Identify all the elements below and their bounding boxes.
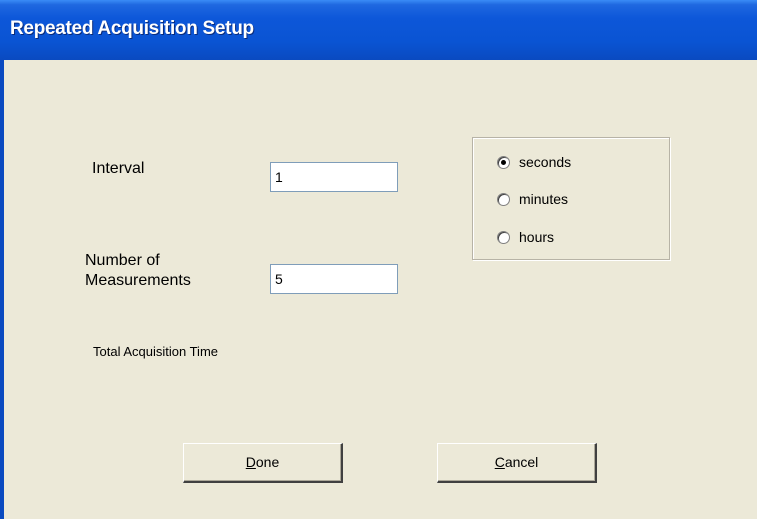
radio-selected-dot (501, 159, 506, 165)
radio-hours[interactable]: hours (497, 229, 554, 245)
radio-button-seconds[interactable] (497, 155, 510, 169)
cancel-button[interactable]: Cancel (437, 443, 597, 483)
number-of-measurements-label: Number of Measurements (85, 251, 191, 291)
number-of-measurements-input[interactable]: 5 (270, 264, 398, 294)
total-acquisition-time-label: Total Acquisition Time (93, 344, 219, 359)
interval-label: Interval (92, 160, 145, 177)
done-label-rest: one (255, 454, 280, 470)
window-title: Repeated Acquisition Setup (10, 18, 254, 39)
radio-label-minutes: minutes (519, 191, 569, 207)
cancel-mnemonic: C (494, 454, 505, 470)
done-button[interactable]: Done (183, 443, 343, 483)
radio-label-hours: hours (519, 229, 555, 245)
radio-label-seconds: seconds (519, 154, 572, 170)
radio-minutes[interactable]: minutes (497, 191, 568, 207)
radio-seconds[interactable]: seconds (497, 154, 571, 170)
interval-input[interactable]: 1 (270, 162, 398, 192)
title-bar[interactable]: Repeated Acquisition Setup (0, 0, 757, 60)
radio-button-minutes[interactable] (497, 192, 510, 206)
done-mnemonic: D (245, 454, 256, 470)
radio-button-hours[interactable] (497, 230, 510, 244)
dialog-window: Repeated Acquisition Setup Interval 1 Nu… (0, 0, 757, 519)
number-label-line2: Measurements (85, 272, 191, 289)
number-label-line1: Number of (85, 252, 160, 269)
cancel-label-rest: ancel (504, 454, 539, 470)
